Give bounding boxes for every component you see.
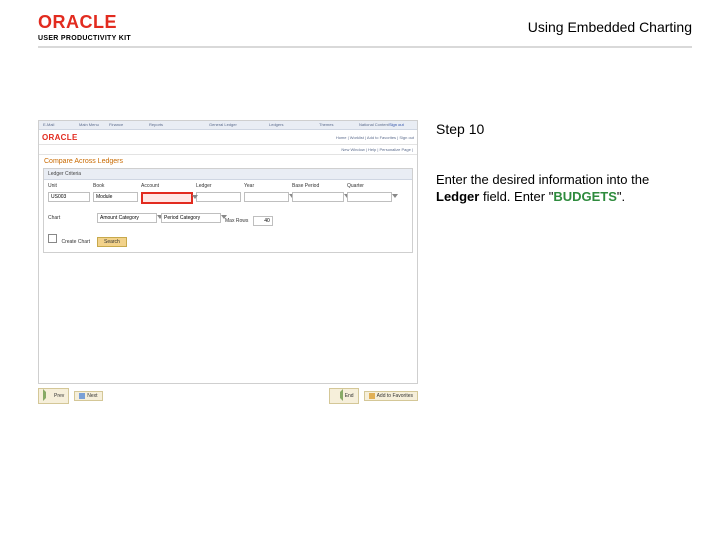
book-field[interactable]: Module xyxy=(93,192,138,202)
next-button[interactable]: Next xyxy=(74,391,102,401)
page-title: Using Embedded Charting xyxy=(528,19,692,35)
instruction-text: Enter the desired information into the L… xyxy=(436,171,692,206)
account-field[interactable] xyxy=(141,192,193,204)
label-create-chart: Create Chart xyxy=(61,239,90,245)
chart-display-area xyxy=(39,253,417,383)
oracle-logo: ORACLE USER PRODUCTIVITY KIT xyxy=(38,12,131,42)
unit-field[interactable]: US003 xyxy=(48,192,90,202)
label-year: Year xyxy=(244,183,289,189)
label-account: Account xyxy=(141,183,193,189)
label-base-period: Base Period xyxy=(292,183,344,189)
ledger-field[interactable] xyxy=(196,192,241,202)
entry-value: BUDGETS xyxy=(553,189,617,204)
header-divider xyxy=(38,46,692,48)
player-toolbar: Prev Next End Add to Favorites xyxy=(38,388,418,404)
label-book: Book xyxy=(93,183,138,189)
brand-text: ORACLE xyxy=(38,12,117,32)
label-chart: Chart xyxy=(48,215,93,221)
prev-button[interactable]: Prev xyxy=(38,388,69,404)
arrow-left-icon xyxy=(43,389,52,401)
label-ledger: Ledger xyxy=(196,183,241,189)
label-max-rows: Max Rows xyxy=(225,218,248,224)
period-category-field[interactable]: Period Category xyxy=(161,213,221,223)
label-quarter: Quarter xyxy=(347,183,392,189)
app-page-title: Compare Across Ledgers xyxy=(39,155,417,168)
end-button[interactable]: End xyxy=(329,388,359,404)
arrow-right-icon xyxy=(334,389,343,401)
amount-category-field[interactable]: Amount Category xyxy=(97,213,157,223)
max-rows-field[interactable]: 40 xyxy=(253,216,273,226)
field-name-bold: Ledger xyxy=(436,189,479,204)
base-period-field[interactable] xyxy=(292,192,344,202)
search-button[interactable]: Search xyxy=(97,237,127,247)
star-icon xyxy=(369,393,375,399)
square-icon xyxy=(79,393,85,399)
year-field[interactable] xyxy=(244,192,289,202)
instruction-panel: Step 10 Enter the desired information in… xyxy=(436,120,692,404)
screenshot-thumbnail: E-Mail Main Menu Finance Reports General… xyxy=(38,120,418,404)
app-top-nav: E-Mail Main Menu Finance Reports General… xyxy=(39,121,417,130)
favorites-button[interactable]: Add to Favorites xyxy=(364,391,418,401)
app-header-links: Home | Worklist | Add to Favorites | Sig… xyxy=(336,135,414,140)
label-unit: Unit xyxy=(48,183,90,189)
step-heading: Step 10 xyxy=(436,120,692,139)
app-logo: ORACLE xyxy=(42,133,78,142)
criteria-box-title: Ledger Criteria xyxy=(44,169,412,180)
brand-sub: USER PRODUCTIVITY KIT xyxy=(38,35,131,42)
quarter-field[interactable] xyxy=(347,192,392,202)
app-sub-links: New Window | Help | Personalize Page | xyxy=(39,145,417,155)
create-chart-checkbox[interactable] xyxy=(48,234,57,243)
